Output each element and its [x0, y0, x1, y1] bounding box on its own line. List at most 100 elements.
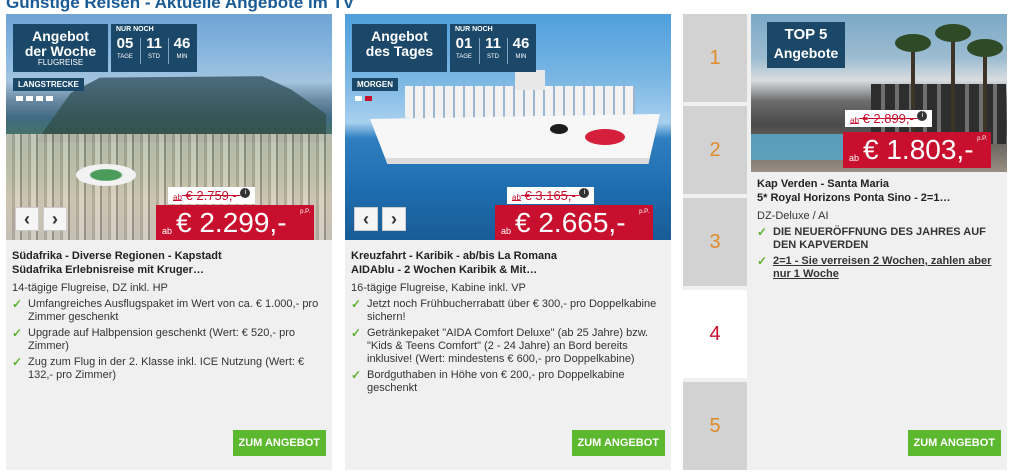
countdown-hours-label: STD: [148, 54, 160, 60]
checkmark-icon: ✓: [12, 326, 23, 340]
feature-text: Umfangreiches Ausflugspaket im Wert von …: [28, 298, 319, 323]
checkmark-icon: ✓: [351, 368, 362, 382]
feature-list: ✓ DIE NEUERÖFFNUNG DES JAHRES AUF DEN KAP…: [757, 226, 1001, 281]
slide-dot[interactable]: [46, 96, 53, 101]
feature-list: ✓ Jetzt noch Frühbucherrabatt über € 300,…: [351, 298, 665, 395]
slide-indicator: [16, 96, 53, 101]
offer-title-line1[interactable]: Südafrika - Diverse Regionen - Kapstadt: [12, 249, 326, 263]
countdown-title: NUR NOCH: [116, 26, 154, 33]
feature-item: ✓ Upgrade auf Halbpension geschenkt (Wert…: [12, 327, 326, 353]
info-icon[interactable]: i: [579, 188, 590, 198]
countdown-hours-value: 11: [146, 35, 162, 52]
next-slide-button[interactable]: ›: [43, 207, 67, 231]
feature-item: ✓ Zug zum Flug in der 2. Klasse inkl. ICE…: [12, 356, 326, 382]
category-label: LANGSTRECKE: [13, 78, 84, 91]
slide-dot[interactable]: [355, 96, 362, 101]
badge-line3: FLUGREISE: [37, 58, 84, 67]
badge-line1: Angebot: [32, 28, 89, 44]
next-slide-button[interactable]: ›: [382, 207, 406, 231]
feature-text: Bordguthaben in Höhe von € 200,- pro Dop…: [367, 369, 625, 394]
feature-item: ✓ Umfangreiches Ausflugspaket im Wert von…: [12, 298, 326, 324]
slide-indicator: [355, 96, 372, 101]
offer-photo-resort[interactable]: TOP 5 Angebote ab € 2.899,- i ab € 1.803…: [751, 14, 1007, 172]
slide-dot[interactable]: [36, 96, 43, 101]
price-prefix: ab: [162, 226, 173, 236]
feature-item: ✓ Getränkepaket "AIDA Comfort Deluxe" (ab…: [351, 327, 665, 366]
offer-title-line2[interactable]: 5* Royal Horizons Ponta Sino - 2=1…: [757, 191, 1001, 205]
per-person-label: p.P.: [300, 209, 310, 215]
countdown-minutes-value: 46: [512, 35, 530, 52]
offer-title-line1[interactable]: Kap Verden - Santa Maria: [757, 177, 1001, 191]
page-title: Günstige Reisen - Aktuelle Angebote im T…: [6, 0, 355, 12]
feature-item: ✓ DIE NEUERÖFFNUNG DES JAHRES AUF DEN KAP…: [757, 226, 1001, 252]
old-price: ab € 2.899,- i: [845, 110, 933, 127]
top5-tab-3[interactable]: 3: [683, 198, 747, 286]
checkmark-icon: ✓: [757, 254, 768, 268]
offer-photo-capetown[interactable]: Angebot der Woche FLUGREISE NUR NOCH 05 …: [6, 14, 332, 240]
slide-dot-active[interactable]: [365, 96, 372, 101]
countdown-hours: 11 STD: [141, 35, 167, 61]
offer-of-day-badge: Angebot des Tages: [352, 24, 447, 72]
offer-title-line2[interactable]: AIDAblu - 2 Wochen Karibik & Mit…: [351, 263, 665, 277]
prev-slide-button[interactable]: ‹: [354, 207, 378, 231]
view-offer-button[interactable]: ZUM ANGEBOT: [571, 430, 665, 456]
feature-item: ✓ Jetzt noch Frühbucherrabatt über € 300,…: [351, 298, 665, 324]
top5-tab-1[interactable]: 1: [683, 14, 747, 102]
old-price: ab € 3.165,- i: [507, 187, 595, 204]
countdown-days-label: TAGE: [117, 54, 133, 60]
top5-tab-4-active[interactable]: 4: [683, 290, 747, 378]
countdown-days: 01 TAGE: [451, 35, 477, 61]
offer-details: Südafrika - Diverse Regionen - Kapstadt …: [12, 249, 326, 382]
info-icon[interactable]: i: [240, 188, 251, 198]
feature-text: Upgrade auf Halbpension geschenkt (Wert:…: [28, 327, 296, 352]
top5-tab-5[interactable]: 5: [683, 382, 747, 470]
feature-list: ✓ Umfangreiches Ausflugspaket im Wert von…: [12, 298, 326, 382]
current-price: ab € 1.803,- p.P.: [843, 132, 991, 168]
feature-text[interactable]: 2=1 - Sie verreisen 2 Wochen, zahlen abe…: [773, 255, 991, 280]
countdown-days-value: 01: [455, 35, 473, 52]
view-offer-button[interactable]: ZUM ANGEBOT: [907, 430, 1001, 456]
ship-deck-illustration: [405, 86, 635, 118]
top5-badge-line1: TOP 5: [784, 26, 828, 43]
palm-tree-illustration: [935, 24, 971, 134]
category-label: MORGEN: [352, 78, 398, 91]
slide-dot[interactable]: [16, 96, 23, 101]
countdown-title: NUR NOCH: [455, 26, 493, 33]
info-icon[interactable]: i: [917, 111, 928, 121]
price-prefix: ab: [849, 153, 860, 163]
offer-photo-cruise[interactable]: Angebot des Tages NUR NOCH 01 TAGE 11 ST…: [345, 14, 671, 240]
offer-title-line1[interactable]: Kreuzfahrt - Karibik - ab/bis La Romana: [351, 249, 665, 263]
current-price: ab € 2.299,- p.P.: [156, 205, 314, 240]
view-offer-button[interactable]: ZUM ANGEBOT: [232, 430, 326, 456]
countdown-minutes: 46 MIN: [169, 35, 195, 61]
countdown-minutes-label: MIN: [176, 54, 188, 60]
ship-funnel-illustration: [515, 70, 545, 90]
feature-item: ✓ Bordguthaben in Höhe von € 200,- pro Do…: [351, 369, 665, 395]
countdown-hours-value: 11: [485, 35, 501, 52]
price-value: € 1.803,-: [863, 134, 974, 165]
offer-subtitle: DZ-Deluxe / AI: [757, 210, 829, 222]
old-price-value: € 2.759,-: [185, 188, 237, 203]
countdown-minutes-value: 46: [173, 35, 191, 52]
countdown-hours: 11 STD: [480, 35, 506, 61]
old-price-value: € 3.165,-: [524, 188, 576, 203]
badge-line1: Angebot: [371, 28, 428, 44]
top5-badge: TOP 5 Angebote: [767, 22, 845, 68]
price-value: € 2.299,-: [176, 207, 287, 238]
ship-lips-illustration: [585, 129, 625, 145]
current-price: ab € 2.665,- p.P.: [495, 205, 653, 240]
countdown-days: 05 TAGE: [112, 35, 138, 61]
old-price-prefix: ab: [850, 116, 859, 125]
top5-badge-line2: Angebote: [773, 45, 839, 61]
old-price: ab € 2.759,- i: [168, 187, 256, 204]
prev-slide-button[interactable]: ‹: [15, 207, 39, 231]
per-person-label: p.P.: [639, 209, 649, 215]
feature-item-link[interactable]: ✓ 2=1 - Sie verreisen 2 Wochen, zahlen ab…: [757, 255, 1001, 281]
old-price-value: € 2.899,-: [862, 111, 914, 126]
offer-title-line2[interactable]: Südafrika Erlebnisreise mit Kruger…: [12, 263, 326, 277]
slide-dot[interactable]: [26, 96, 33, 101]
top5-tab-2[interactable]: 2: [683, 106, 747, 194]
per-person-label: p.P.: [977, 136, 987, 142]
checkmark-icon: ✓: [351, 297, 362, 311]
countdown-minutes-label: MIN: [515, 54, 527, 60]
